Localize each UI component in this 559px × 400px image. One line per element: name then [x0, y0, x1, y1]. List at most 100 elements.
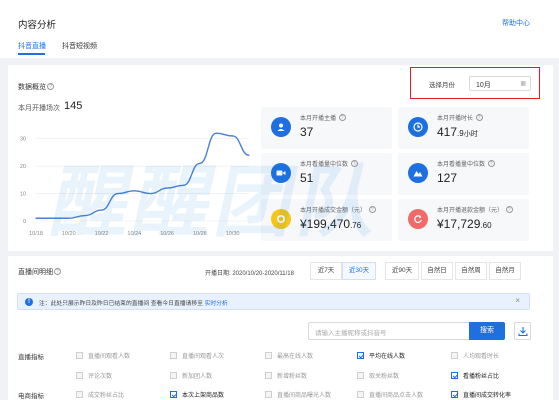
period-30-days[interactable]: 近30天: [342, 262, 376, 280]
month-value: 10月: [476, 82, 491, 89]
y-tick-label: 0: [23, 219, 26, 225]
help-center-link[interactable]: 帮助中心: [502, 18, 530, 28]
help-icon[interactable]: ?: [54, 268, 61, 275]
detail-title: 直播间明细?: [18, 267, 61, 277]
metric-checkbox[interactable]: 直播间观看人次: [170, 351, 224, 360]
ecommerce-metrics-label: 电商指标: [18, 393, 44, 400]
kpi-card: 本月看播量中位数 ? 51: [261, 153, 392, 195]
kpi-card: 本月开播退款金额（元） ? ¥17,729.60: [398, 199, 529, 241]
data-point: [84, 214, 86, 217]
kpi-value: 417.9小时: [437, 125, 478, 139]
metric-checkbox[interactable]: 直播间商品点击人数: [357, 390, 423, 399]
metric-checkbox[interactable]: 最高在线人数: [265, 351, 313, 360]
kpi-label: 本月开播时长 ?: [437, 113, 483, 122]
period-natural-week[interactable]: 自然周: [455, 262, 487, 280]
data-point: [248, 154, 250, 156]
metric-checkbox[interactable]: 直播间观看人数: [76, 351, 130, 360]
mountain-icon: [408, 163, 428, 183]
video-icon: [271, 163, 291, 183]
live-sessions-line-chart: 0 10 20 30 10/18 10/20 10/22 10/24 10/26 10/28 10/…: [20, 132, 250, 237]
metric-checkbox[interactable]: 直播间商品曝光人数: [265, 390, 331, 399]
data-point: [182, 184, 185, 186]
data-point: [150, 192, 152, 195]
kpi-value: 127: [437, 171, 458, 185]
overview-title: 数据概览?: [18, 82, 54, 92]
month-label: 选择月份: [429, 82, 455, 89]
kpi-value: ¥199,470.76: [300, 217, 362, 231]
kpi-value: 51: [300, 171, 314, 185]
metric-checkbox[interactable]: 本次上架商品数: [170, 390, 224, 399]
data-point: [133, 190, 135, 192]
data-point: [68, 217, 70, 219]
metric-checkbox[interactable]: 新加团人数: [170, 371, 212, 380]
help-icon[interactable]: ?: [47, 83, 54, 90]
x-tick-label: 10/26: [160, 231, 174, 237]
kpi-label: 本月看播量中位数 ?: [437, 159, 495, 168]
data-point: [51, 217, 53, 219]
streamer-search-input[interactable]: 请输入主播昵称或抖音号: [308, 322, 471, 340]
coin-icon: [271, 209, 291, 229]
search-button[interactable]: 搜索: [469, 322, 505, 340]
metric-checkbox[interactable]: 看播粉丝占比: [451, 371, 499, 380]
download-button[interactable]: [514, 322, 531, 340]
active-tab-indicator: [18, 53, 45, 55]
x-tick-label: 10/18: [29, 231, 43, 237]
data-point: [232, 135, 234, 137]
x-tick-label: 10/20: [62, 231, 76, 237]
month-picker[interactable]: 10月 ▦: [469, 76, 531, 91]
data-point: [166, 187, 168, 189]
series-line: [36, 132, 250, 219]
refund-icon: [408, 209, 428, 229]
data-point: [215, 132, 217, 134]
y-tick-label: 20: [20, 164, 26, 170]
kpi-label: 本月开播退款金额（元） ?: [437, 205, 513, 214]
stat-value: 145: [64, 100, 83, 112]
kpi-card: 本月开播时长 ? 417.9小时: [398, 107, 529, 149]
period-natural-day[interactable]: 自然日: [421, 262, 453, 280]
kpi-label: 本月看播量中位数 ?: [300, 159, 358, 168]
kpi-card: 本月开播成交金额（元） ? ¥199,470.76: [261, 199, 392, 241]
kpi-value: ¥17,729.60: [437, 217, 492, 231]
page-title: 内容分析: [18, 20, 57, 31]
metric-checkbox[interactable]: 人均观看时长: [451, 351, 499, 360]
clock-icon: [408, 117, 428, 137]
metric-checkbox[interactable]: 平均在线人数: [357, 351, 405, 360]
date-range: 开播日期: 2020/10/20-2020/11/18: [205, 271, 294, 277]
user-icon: [271, 117, 291, 137]
x-tick-label: 10/28: [193, 231, 207, 237]
x-tick-label: 10/22: [95, 231, 109, 237]
x-tick-label: 10/30: [226, 231, 240, 237]
metric-checkbox[interactable]: 评论次数: [76, 371, 112, 380]
metric-checkbox[interactable]: 取关粉丝数: [357, 371, 399, 380]
notice-text: 注：此处只展示昨日及昨日已结束的直播间 查看今日直播请移至 实时分析: [39, 301, 228, 307]
data-point: [117, 192, 119, 195]
data-point: [199, 162, 201, 164]
data-point: [35, 217, 37, 219]
period-7-days[interactable]: 近7天: [310, 262, 342, 280]
metric-checkbox[interactable]: 直播间成交转化率: [451, 390, 511, 399]
tab-douyin-live[interactable]: 抖音直播: [18, 41, 46, 51]
period-natural-month[interactable]: 自然月: [489, 262, 521, 280]
x-tick-label: 10/24: [127, 231, 141, 237]
kpi-card: 本月开播主播 ? 37: [261, 107, 392, 149]
period-90-days[interactable]: 近90天: [385, 262, 419, 280]
close-icon[interactable]: ×: [515, 296, 520, 305]
tab-douyin-video[interactable]: 抖音短视频: [62, 41, 97, 51]
kpi-value: 37: [300, 125, 314, 139]
y-tick-label: 10: [20, 192, 26, 198]
kpi-card: 本月看播量中位数 ? 127: [398, 153, 529, 195]
metric-checkbox[interactable]: 新增粉丝数: [265, 371, 307, 380]
kpi-label: 本月开播成交金额（元） ?: [300, 205, 376, 214]
download-icon: [518, 327, 528, 337]
y-tick-label: 30: [20, 137, 26, 143]
info-icon: !: [25, 298, 33, 306]
live-metrics-label: 直播指标: [18, 354, 44, 361]
data-point: [100, 209, 103, 211]
metric-checkbox[interactable]: 成交粉丝占比: [76, 390, 124, 399]
notice-bar: ! 注：此处只展示昨日及昨日已结束的直播间 查看今日直播请移至 实时分析 ×: [17, 293, 530, 310]
realtime-analysis-link[interactable]: 实时分析: [205, 301, 228, 307]
calendar-icon: ▦: [520, 81, 526, 87]
kpi-label: 本月开播主播 ?: [300, 113, 346, 122]
stat-label: 本月开播场次: [18, 105, 60, 112]
month-selector-highlight: 选择月份 10月 ▦: [410, 67, 540, 99]
